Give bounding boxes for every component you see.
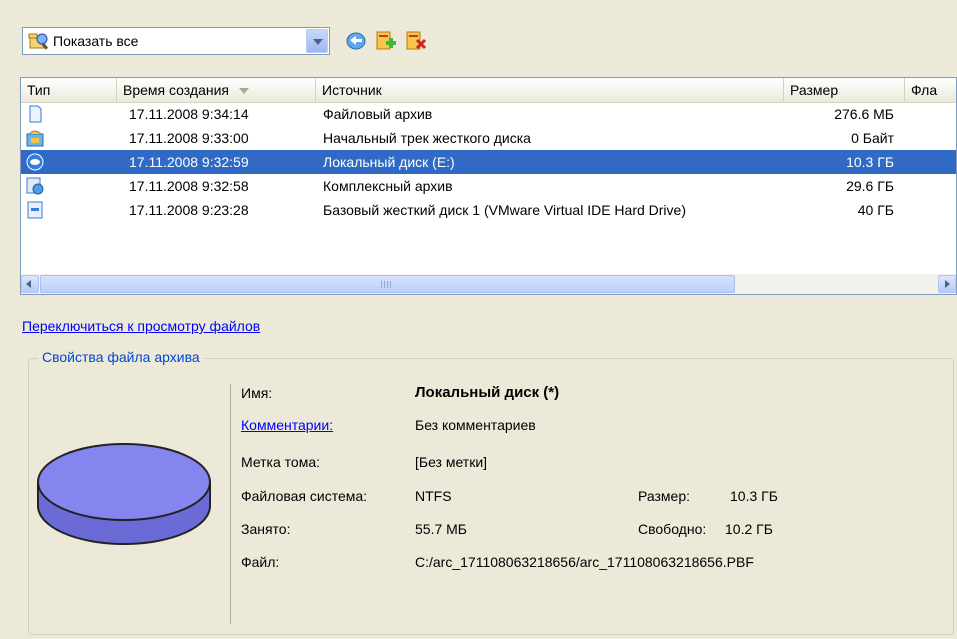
volume-label: Метка тома: — [241, 454, 321, 470]
used-value: 55.7 МБ — [415, 521, 467, 537]
chevron-down-icon[interactable] — [306, 29, 328, 53]
table-row-selected[interactable]: 17.11.2008 9:32:59 Локальный диск (E:) 1… — [21, 150, 956, 174]
add-archive-icon[interactable] — [374, 29, 398, 53]
table-row[interactable]: 17.11.2008 9:33:00 Начальный трек жестко… — [21, 126, 956, 150]
used-label: Занято: — [241, 521, 291, 537]
column-size[interactable]: Размер — [784, 78, 905, 102]
remove-archive-icon[interactable] — [404, 29, 428, 53]
comment-link[interactable]: Комментарии: — [241, 417, 333, 433]
toolbar: Показать все — [22, 27, 522, 59]
scroll-left-icon[interactable] — [21, 275, 39, 293]
table-row[interactable]: 17.11.2008 9:32:58 Комплексный архив 29.… — [21, 174, 956, 198]
free-value: 10.2 ГБ — [725, 521, 773, 537]
refresh-icon[interactable] — [344, 29, 368, 53]
file-archive-icon — [29, 105, 42, 123]
table-row[interactable]: 17.11.2008 9:23:28 Базовый жесткий диск … — [21, 198, 956, 222]
list-header: Тип Время создания Источник Размер Фла — [21, 78, 956, 103]
fs-label: Файловая система: — [241, 488, 368, 504]
name-label: Имя: — [241, 385, 273, 401]
horizontal-scrollbar[interactable] — [21, 274, 956, 294]
boot-track-icon — [26, 130, 44, 147]
column-created[interactable]: Время создания — [117, 78, 316, 102]
volume-value: [Без метки] — [415, 454, 488, 470]
local-disk-icon — [26, 153, 44, 171]
size-value: 10.3 ГБ — [730, 488, 778, 504]
switch-to-files-link[interactable]: Переключиться к просмотру файлов — [22, 318, 260, 334]
comment-value: Без комментариев — [415, 417, 536, 433]
group-title: Свойства файла архива — [38, 349, 204, 365]
fs-value: NTFS — [415, 488, 452, 504]
column-source[interactable]: Источник — [316, 78, 784, 102]
filter-icon — [28, 33, 49, 50]
file-label: Файл: — [241, 554, 280, 570]
divider — [230, 384, 231, 624]
scroll-thumb[interactable] — [40, 275, 735, 293]
filter-value: Показать все — [53, 33, 139, 49]
name-value: Локальный диск (*) — [415, 384, 560, 401]
column-type[interactable]: Тип — [21, 78, 117, 102]
sort-arrow-icon — [239, 88, 249, 95]
column-flags[interactable]: Фла — [905, 78, 956, 102]
disk-icon — [37, 443, 211, 545]
size-label: Размер: — [638, 488, 691, 504]
archive-list[interactable]: Тип Время создания Источник Размер Фла 1… — [20, 77, 957, 295]
free-label: Свободно: — [638, 521, 707, 537]
file-path-value: C:/arc_171108063218656/arc_1711080632186… — [415, 554, 754, 570]
complex-archive-icon — [26, 177, 44, 195]
scroll-right-icon[interactable] — [938, 275, 956, 293]
table-row[interactable]: 17.11.2008 9:34:14 Файловый архив 276.6 … — [21, 102, 956, 126]
filter-dropdown[interactable]: Показать все — [22, 27, 330, 55]
hard-disk-icon — [27, 201, 43, 219]
